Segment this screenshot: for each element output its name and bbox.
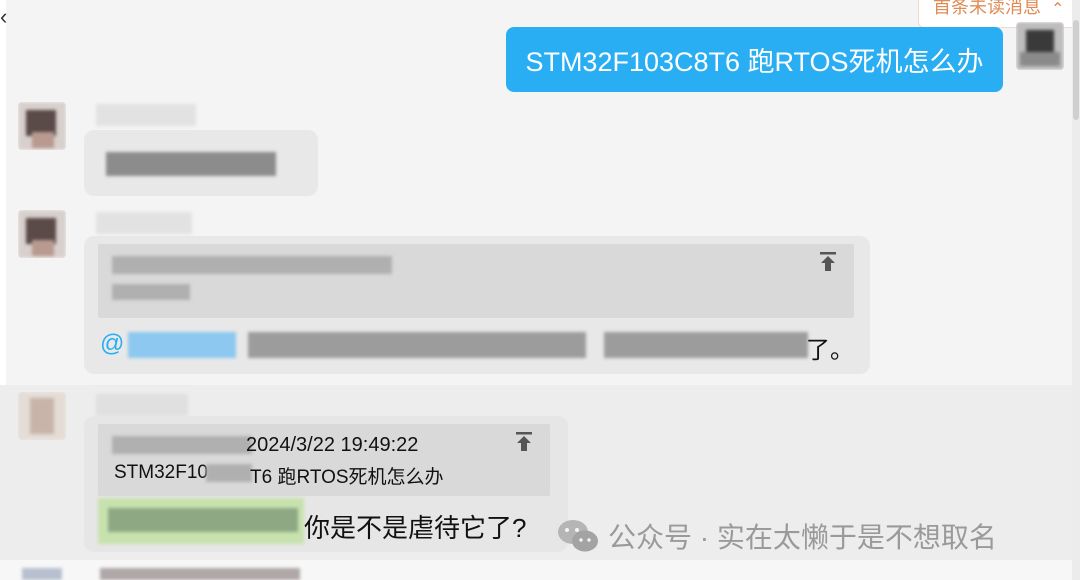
pixelated-message-text	[604, 332, 808, 358]
mention-at-sign[interactable]: @	[100, 330, 124, 358]
outgoing-message-bubble[interactable]: STM32F103C8T6 跑RTOS死机怎么办	[506, 27, 1003, 92]
chat-window: ‹ 首条未读消息 ⌃ STM32F103C8T6 跑RTOS死机怎么办 @ 了。…	[0, 0, 1080, 580]
quote-text-end: T6 跑RTOS死机怎么办	[250, 467, 444, 488]
reply-suffix-text: 了。	[806, 337, 854, 364]
last-reply-text: 你是不是虐待它了?	[304, 513, 527, 543]
pixelated-quote-sender	[112, 436, 252, 454]
wechat-icon	[558, 520, 598, 552]
outgoing-message-text: STM32F103C8T6 跑RTOS死机怎么办	[525, 47, 984, 77]
scrollbar[interactable]	[1072, 0, 1080, 580]
incoming-reply-bubble[interactable]: @ 了。	[84, 236, 870, 374]
pixelated-quote-line	[112, 256, 392, 274]
my-avatar[interactable]	[1016, 22, 1064, 70]
chevron-up-icon: ⌃	[1051, 1, 1065, 18]
contact-avatar	[22, 568, 62, 580]
incoming-reply-bubble[interactable]: 2024/3/22 19:49:22 STM32F10 T6 跑RTOS死机怎么…	[84, 416, 568, 552]
quoted-message-box[interactable]	[98, 244, 854, 318]
unread-label: 首条未读消息	[933, 0, 1041, 17]
scrollbar-thumb[interactable]	[1073, 20, 1079, 120]
next-message-row-partial	[0, 560, 1072, 580]
back-chevron-icon[interactable]: ‹	[0, 4, 7, 30]
contact-avatar[interactable]	[18, 392, 66, 440]
quote-timestamp: 2024/3/22 19:49:22	[246, 434, 419, 456]
incoming-message-bubble[interactable]	[84, 130, 318, 196]
watermark-text: 公众号 · 实在太懒于是不想取名	[608, 522, 997, 553]
pixelated-message-text	[100, 568, 300, 580]
jump-to-message-icon[interactable]	[820, 252, 836, 272]
watermark: 公众号 · 实在太懒于是不想取名	[556, 516, 997, 556]
contact-avatar[interactable]	[18, 210, 66, 258]
pixelated-quote-line	[112, 284, 190, 300]
sender-name-pixelated	[96, 212, 192, 234]
contact-avatar[interactable]	[18, 102, 66, 150]
quote-text-start: STM32F10	[114, 462, 208, 483]
sender-name-pixelated	[96, 104, 196, 126]
pixelated-mention-name[interactable]	[128, 332, 236, 358]
jump-to-message-icon[interactable]	[516, 432, 532, 452]
sender-name-pixelated	[96, 394, 188, 416]
pixelated-message-text	[106, 152, 276, 176]
quoted-message-box[interactable]: 2024/3/22 19:49:22 STM32F10 T6 跑RTOS死机怎么…	[98, 424, 550, 496]
pixelated-message-text	[248, 332, 586, 358]
pixelated-quote-fragment	[206, 464, 252, 482]
pixelated-message-text	[108, 508, 298, 532]
